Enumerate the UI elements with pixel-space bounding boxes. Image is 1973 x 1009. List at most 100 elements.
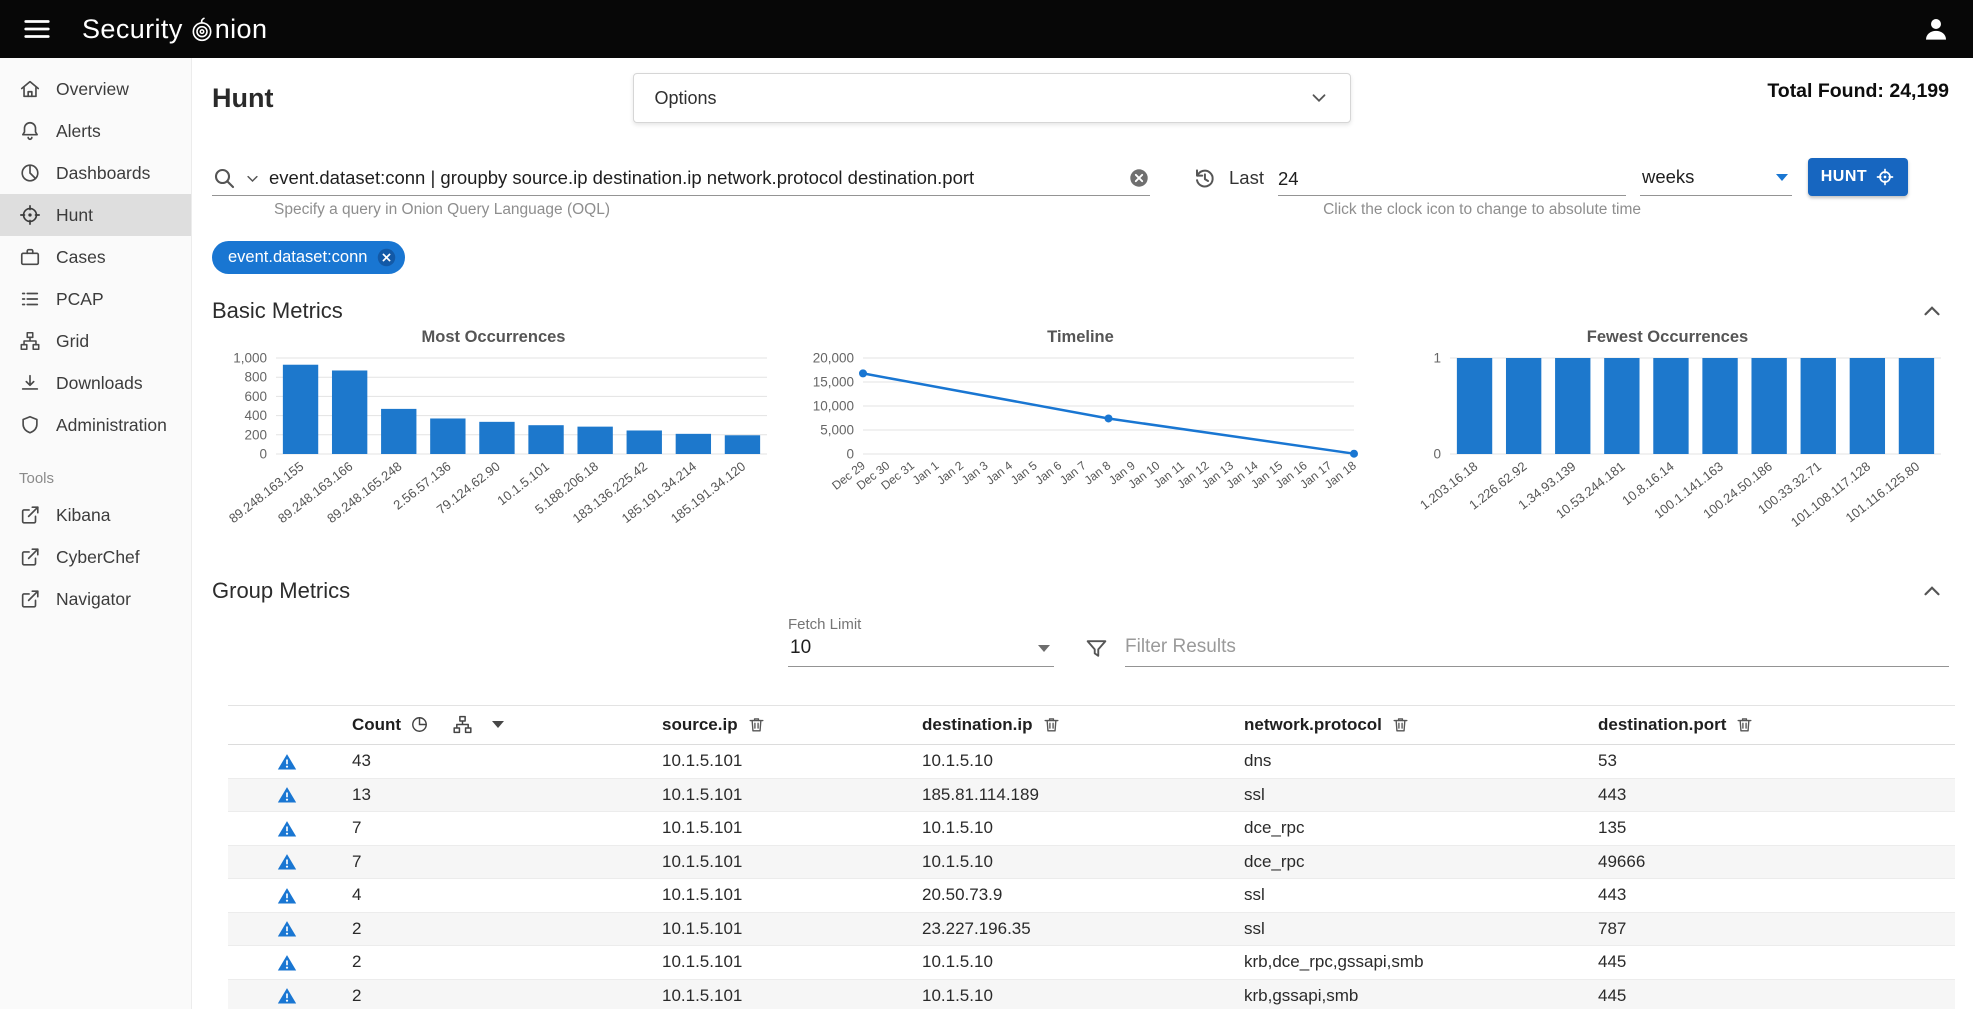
- cell-network-protocol[interactable]: ssl: [1238, 778, 1592, 812]
- cell-destination-port[interactable]: 445: [1592, 979, 1955, 1009]
- sidebar-item-dashboards[interactable]: Dashboards: [0, 152, 191, 194]
- cell-destination-ip[interactable]: 10.1.5.10: [916, 845, 1238, 879]
- cell-count[interactable]: 7: [346, 812, 656, 846]
- cell-count[interactable]: 4: [346, 879, 656, 913]
- cell-source-ip[interactable]: 10.1.5.101: [656, 879, 916, 913]
- group-metrics-collapse-button[interactable]: [1919, 578, 1945, 604]
- cell-network-protocol[interactable]: dce_rpc: [1238, 812, 1592, 846]
- query-history-caret-icon[interactable]: [245, 171, 260, 186]
- hunt-button[interactable]: HUNT: [1808, 158, 1908, 196]
- cell-destination-ip[interactable]: 20.50.73.9: [916, 879, 1238, 913]
- sidebar-item-kibana[interactable]: Kibana: [0, 494, 191, 536]
- warning-triangle-icon[interactable]: [277, 852, 297, 872]
- sidebar-item-cyberchef[interactable]: CyberChef: [0, 536, 191, 578]
- column-destination-ip[interactable]: destination.ip: [916, 706, 1238, 745]
- cell-destination-port[interactable]: 443: [1592, 778, 1955, 812]
- warning-triangle-icon[interactable]: [277, 986, 297, 1006]
- column-count[interactable]: Count: [346, 706, 656, 745]
- warning-triangle-icon[interactable]: [277, 819, 297, 839]
- time-value-input[interactable]: [1278, 168, 1626, 190]
- line-chart-timeline[interactable]: 05,00010,00015,00020,000Dec 29Dec 30Dec …: [799, 350, 1362, 554]
- cell-network-protocol[interactable]: dce_rpc: [1238, 845, 1592, 879]
- sidebar-item-overview[interactable]: Overview: [0, 68, 191, 110]
- row-action-cell[interactable]: [228, 912, 346, 946]
- cell-source-ip[interactable]: 10.1.5.101: [656, 946, 916, 980]
- cell-count[interactable]: 13: [346, 778, 656, 812]
- cell-count[interactable]: 7: [346, 845, 656, 879]
- fetch-limit-select[interactable]: Fetch Limit 10: [788, 616, 1054, 667]
- query-input[interactable]: [269, 167, 1119, 189]
- cell-count[interactable]: 43: [346, 745, 656, 779]
- cell-destination-port[interactable]: 53: [1592, 745, 1955, 779]
- cell-destination-port[interactable]: 443: [1592, 879, 1955, 913]
- cell-destination-port[interactable]: 787: [1592, 912, 1955, 946]
- cell-source-ip[interactable]: 10.1.5.101: [656, 745, 916, 779]
- cell-destination-ip[interactable]: 185.81.114.189: [916, 778, 1238, 812]
- trash-icon[interactable]: [747, 715, 766, 734]
- pie-chart-icon[interactable]: [410, 715, 429, 734]
- cell-destination-ip[interactable]: 10.1.5.10: [916, 979, 1238, 1009]
- user-icon[interactable]: [1921, 14, 1951, 44]
- cell-destination-ip[interactable]: 10.1.5.10: [916, 745, 1238, 779]
- basic-metrics-collapse-button[interactable]: [1919, 298, 1945, 324]
- cell-source-ip[interactable]: 10.1.5.101: [656, 812, 916, 846]
- cell-destination-port[interactable]: 49666: [1592, 845, 1955, 879]
- row-action-cell[interactable]: [228, 812, 346, 846]
- warning-triangle-icon[interactable]: [277, 919, 297, 939]
- cell-count[interactable]: 2: [346, 946, 656, 980]
- cell-destination-port[interactable]: 445: [1592, 946, 1955, 980]
- cell-destination-port[interactable]: 135: [1592, 812, 1955, 846]
- row-action-cell[interactable]: [228, 979, 346, 1009]
- column-menu-caret-icon[interactable]: [492, 721, 504, 728]
- cell-source-ip[interactable]: 10.1.5.101: [656, 979, 916, 1009]
- filter-chip[interactable]: event.dataset:conn: [212, 241, 405, 274]
- row-action-cell[interactable]: [228, 845, 346, 879]
- column-network-protocol[interactable]: network.protocol: [1238, 706, 1592, 745]
- warning-triangle-icon[interactable]: [277, 752, 297, 772]
- bar-chart-fewest-occurrences[interactable]: 011.203.16.181.226.62.921.34.93.13910.53…: [1386, 350, 1949, 554]
- time-unit-select[interactable]: weeks: [1640, 166, 1792, 196]
- sidebar-item-navigator[interactable]: Navigator: [0, 578, 191, 620]
- warning-triangle-icon[interactable]: [277, 953, 297, 973]
- sidebar-item-grid[interactable]: Grid: [0, 320, 191, 362]
- filter-results-input[interactable]: [1125, 636, 1949, 658]
- row-action-cell[interactable]: [228, 778, 346, 812]
- options-expander[interactable]: Options: [633, 73, 1351, 123]
- cell-network-protocol[interactable]: dns: [1238, 745, 1592, 779]
- group-by-icon[interactable]: [452, 714, 473, 735]
- row-action-cell[interactable]: [228, 745, 346, 779]
- sidebar-item-cases[interactable]: Cases: [0, 236, 191, 278]
- warning-triangle-icon[interactable]: [277, 785, 297, 805]
- cell-destination-ip[interactable]: 10.1.5.10: [916, 946, 1238, 980]
- row-action-cell[interactable]: [228, 946, 346, 980]
- clear-query-icon[interactable]: [1128, 167, 1150, 189]
- cell-count[interactable]: 2: [346, 912, 656, 946]
- cell-count[interactable]: 2: [346, 979, 656, 1009]
- column-source-ip[interactable]: source.ip: [656, 706, 916, 745]
- cell-network-protocol[interactable]: krb,gssapi,smb: [1238, 979, 1592, 1009]
- cell-destination-ip[interactable]: 23.227.196.35: [916, 912, 1238, 946]
- history-clock-icon[interactable]: [1192, 166, 1217, 191]
- column-destination-port[interactable]: destination.port: [1592, 706, 1955, 745]
- sidebar-item-pcap[interactable]: PCAP: [0, 278, 191, 320]
- trash-icon[interactable]: [1042, 715, 1061, 734]
- cell-source-ip[interactable]: 10.1.5.101: [656, 845, 916, 879]
- cell-network-protocol[interactable]: krb,dce_rpc,gssapi,smb: [1238, 946, 1592, 980]
- cell-destination-ip[interactable]: 10.1.5.10: [916, 812, 1238, 846]
- cell-source-ip[interactable]: 10.1.5.101: [656, 912, 916, 946]
- menu-icon[interactable]: [22, 14, 52, 44]
- trash-icon[interactable]: [1735, 715, 1754, 734]
- remove-filter-icon[interactable]: [376, 247, 397, 268]
- search-icon[interactable]: [212, 166, 236, 190]
- cell-network-protocol[interactable]: ssl: [1238, 912, 1592, 946]
- warning-triangle-icon[interactable]: [277, 886, 297, 906]
- bar-chart-most-occurrences[interactable]: 02004006008001,00089.248.163.15589.248.1…: [212, 350, 775, 554]
- sidebar-item-hunt[interactable]: Hunt: [0, 194, 191, 236]
- sidebar-item-alerts[interactable]: Alerts: [0, 110, 191, 152]
- trash-icon[interactable]: [1391, 715, 1410, 734]
- cell-source-ip[interactable]: 10.1.5.101: [656, 778, 916, 812]
- cell-network-protocol[interactable]: ssl: [1238, 879, 1592, 913]
- sidebar-item-downloads[interactable]: Downloads: [0, 362, 191, 404]
- sidebar-item-administration[interactable]: Administration: [0, 404, 191, 446]
- row-action-cell[interactable]: [228, 879, 346, 913]
